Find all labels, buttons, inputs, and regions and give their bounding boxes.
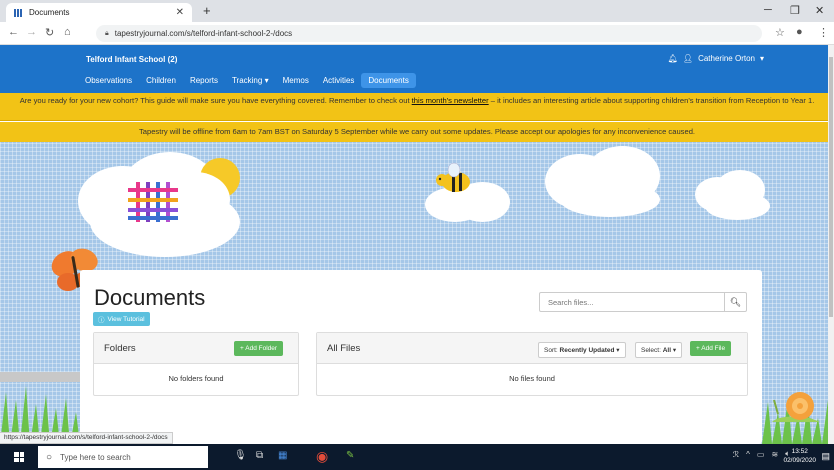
nav-documents[interactable]: Documents [361,73,416,88]
files-header: All Files Sort: Recently Updated ▾ Selec… [317,333,747,364]
bee-icon [436,162,470,192]
info-icon: ⓘ [98,317,105,324]
chevron-up-icon[interactable]: ^ [746,450,750,459]
bell-icon[interactable]: 🔔︎ [668,54,678,63]
user-menu[interactable]: 🔔︎ 👤︎ Catherine Orton ▾ [668,54,764,63]
address-bar-row: ← → ↻ ⌂ 🔒︎ tapestryjournal.com/s/telford… [0,22,834,45]
page-title: Documents [94,285,206,310]
newsletter-link[interactable]: this month's newsletter [412,96,489,105]
new-tab-icon[interactable]: + [203,3,211,18]
select-prefix: Select: [641,347,663,354]
sort-dropdown[interactable]: Sort: Recently Updated ▾ [538,342,626,358]
status-url: https://tapestryjournal.com/s/telford-in… [0,432,173,444]
word-app-icon[interactable]: ▦ [278,450,287,461]
cloud-shape [560,182,660,217]
snail-icon [772,392,820,422]
browser-menu-icon[interactable]: ⋮ [818,26,829,39]
search-input[interactable] [540,293,724,311]
user-tray-icon[interactable]: ℛ [733,450,739,459]
nav-children[interactable]: Children [139,73,183,88]
tapestry-logo-icon [128,182,178,222]
search-circle-icon: ○ [46,451,53,463]
alert-text-after: – it includes an interesting article abo… [488,96,815,105]
side-strip [0,372,86,382]
clock-time: 13:52 [791,448,808,455]
caret-down-icon: ▾ [616,347,620,354]
nav-memos[interactable]: Memos [276,73,316,88]
no-files-message: No files found [509,374,555,383]
sort-value: Recently Updated [559,347,615,354]
no-folders-message: No folders found [168,374,224,383]
windows-taskbar: ○ Type here to search 🎙︎ ⧉ ▦ ◉ ✎ ℛ ^ ▭ ≋… [0,444,834,470]
scrollbar-thumb[interactable] [829,57,833,317]
add-folder-button[interactable]: + Add Folder [234,341,284,356]
clock[interactable]: 13:52 02/09/2020 [783,447,816,465]
notifications-icon[interactable]: ▤ [821,451,830,462]
chrome-app-icon[interactable]: ◉ [316,448,328,465]
search-icon[interactable]: 🔍︎ [724,293,746,311]
user-icon: 👤︎ [682,54,694,63]
cloud-shape [705,192,770,220]
network-icon[interactable]: ≋ [771,450,778,459]
lock-icon: 🔒︎ [105,29,109,37]
url-text: tapestryjournal.com/s/telford-infant-sch… [114,29,293,38]
folders-title: Folders [104,343,136,354]
chevron-down-icon: ▾ [759,54,764,63]
page-scrollbar[interactable] [828,45,834,444]
clock-date: 02/09/2020 [783,457,816,464]
restore-icon[interactable]: ❐ [790,4,800,17]
folders-header: Folders + Add Folder [94,333,298,364]
home-icon[interactable]: ⌂ [64,26,71,38]
folders-box: Folders + Add Folder No folders found [93,332,299,396]
add-file-button[interactable]: + Add File [690,341,732,356]
alert-text-before: Are you ready for your new cohort? This … [19,96,412,105]
school-name[interactable]: Telford Infant School (2) [86,55,177,64]
battery-icon[interactable]: ▭ [757,450,765,459]
files-title: All Files [327,343,361,354]
system-tray: ℛ ^ ▭ ≋ 🔈︎ [733,449,790,459]
user-name: Catherine Orton [698,54,755,63]
nav-reports[interactable]: Reports [183,73,225,88]
back-arrow-icon[interactable]: ← [8,26,19,38]
taskbar-search-placeholder: Type here to search [60,452,131,462]
task-view-icon[interactable]: ⧉ [256,450,263,461]
view-tutorial-button[interactable]: ⓘ View Tutorial [93,312,150,326]
nav-activities[interactable]: Activities [316,73,362,88]
app-icon[interactable]: ✎ [346,450,354,461]
tapestry-favicon-icon [14,8,23,17]
caret-down-icon: ▾ [672,347,677,354]
nav-tracking[interactable]: Tracking ▾ [225,73,276,88]
tab-title: Documents [29,8,70,17]
view-tutorial-label: View Tutorial [107,315,145,323]
main-nav: Observations Children Reports Tracking ▾… [78,73,416,88]
app-navbar: Telford Infant School (2) 🔔︎ 👤︎ Catherin… [0,45,834,93]
newsletter-alert: Are you ready for your new cohort? This … [0,93,834,121]
url-field[interactable]: 🔒︎ tapestryjournal.com/s/telford-infant-… [96,25,762,42]
documents-panel: Documents ⓘ View Tutorial 🔍︎ Folders + A… [80,270,762,444]
forward-arrow-icon[interactable]: → [26,26,37,38]
search-box: 🔍︎ [539,292,747,312]
nav-observations[interactable]: Observations [78,73,139,88]
reload-icon[interactable]: ↻ [45,26,54,39]
bookmark-star-icon[interactable]: ☆ [775,26,785,39]
profile-icon[interactable]: ● [796,26,803,38]
close-window-icon[interactable]: ✕ [815,4,824,17]
minimize-icon[interactable]: ─ [764,4,772,16]
maintenance-alert: Tapestry will be offline from 6am to 7am… [0,122,834,142]
close-tab-icon[interactable]: ✕ [176,7,184,18]
browser-tab-strip: Documents ✕ + ─ ❐ ✕ [0,0,834,22]
sort-prefix: Sort: [544,347,560,354]
taskbar-search[interactable]: ○ Type here to search [38,446,208,468]
browser-tab[interactable]: Documents ✕ [6,3,192,22]
files-box: All Files Sort: Recently Updated ▾ Selec… [316,332,748,396]
windows-start-icon[interactable] [14,452,24,462]
select-dropdown[interactable]: Select: All ▾ [635,342,683,358]
microphone-icon[interactable]: 🎙︎ [234,450,247,461]
nav-tracking-label: Tracking [231,76,263,85]
chevron-down-icon: ▾ [264,76,269,85]
select-value: All [662,347,671,354]
